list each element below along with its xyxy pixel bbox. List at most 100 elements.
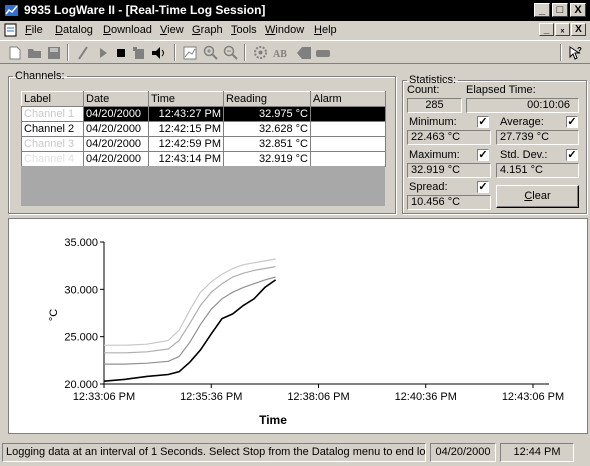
app-icon: [5, 5, 18, 16]
x-tick-label: 12:33:06 PM: [73, 391, 135, 403]
menu-tools[interactable]: Tools: [231, 24, 257, 36]
channel-reading: 32.851 °C: [223, 136, 311, 152]
y-tick-label: 20.000: [64, 379, 98, 391]
minimum-label: Minimum:: [409, 116, 457, 128]
mdi-minimize-button[interactable]: _: [539, 23, 554, 36]
menu-view[interactable]: View: [160, 24, 184, 36]
count-label: Count:: [407, 84, 440, 96]
font-ab-icon[interactable]: AB: [271, 44, 293, 61]
col-header-label[interactable]: Label: [21, 91, 84, 107]
minimize-button[interactable]: _: [534, 3, 550, 17]
channel-alarm: [310, 106, 386, 122]
col-header-reading[interactable]: Reading: [223, 91, 311, 107]
x-tick-label: 12:38:06 PM: [287, 391, 349, 403]
close-button[interactable]: X: [570, 3, 586, 17]
trash-icon[interactable]: [130, 44, 148, 61]
clear-button[interactable]: Clear: [496, 185, 579, 208]
y-tick-label: 30.000: [64, 284, 98, 296]
channel-row-2[interactable]: Channel 2 04/20/2000 12:42:15 PM 32.628 …: [21, 121, 386, 137]
channel-date: 04/20/2000: [83, 121, 149, 137]
channel-row-3[interactable]: Channel 3 04/20/2000 12:42:59 PM 32.851 …: [21, 136, 386, 152]
stddev-value: 4.151 °C: [496, 163, 579, 178]
document-icon[interactable]: [3, 23, 19, 37]
new-file-icon[interactable]: [6, 44, 24, 61]
channels-legend: Channels:: [15, 70, 65, 82]
svg-text:AB: AB: [273, 49, 287, 59]
status-date: 04/20/2000: [430, 443, 496, 462]
stddev-label: Std. Dev.:: [500, 149, 548, 161]
average-checkbox[interactable]: ✓: [566, 116, 578, 128]
temperature-chart[interactable]: 35.000 30.000 25.000 20.000 12:33:06 PM 12:3…: [8, 218, 588, 434]
speaker-icon[interactable]: [150, 44, 168, 61]
elapsed-time-value: 00:10:06: [466, 98, 579, 113]
maximum-checkbox[interactable]: ✓: [477, 149, 489, 161]
channel-alarm: [310, 136, 386, 152]
series-line-1: [103, 279, 277, 382]
channel-row-4[interactable]: Channel 4 04/20/2000 12:43:14 PM 32.919 …: [21, 151, 386, 167]
elapsed-time-label: Elapsed Time:: [466, 84, 536, 96]
wand-icon[interactable]: [74, 44, 92, 61]
tag-icon[interactable]: [295, 44, 313, 61]
eraser-icon[interactable]: [314, 44, 332, 61]
mdi-restore-button[interactable]: ₓ: [555, 23, 570, 36]
save-disk-icon[interactable]: [45, 44, 63, 61]
mdi-close-button[interactable]: X: [571, 23, 586, 36]
x-tick-label: 12:40:36 PM: [395, 391, 457, 403]
col-header-date[interactable]: Date: [83, 91, 149, 107]
channel-time: 12:43:27 PM: [148, 106, 224, 122]
channels-table: Label Date Time Reading Alarm Channel 1 …: [21, 91, 386, 167]
minimum-value: 22.463 °C: [407, 130, 491, 145]
stop-icon[interactable]: [112, 44, 130, 61]
channel-label: Channel 1: [21, 106, 84, 122]
menu-file[interactable]: File: [25, 24, 43, 36]
maximum-value: 32.919 °C: [407, 163, 491, 178]
channel-alarm: [310, 121, 386, 137]
spread-value: 10.456 °C: [407, 195, 491, 210]
help-pointer-icon[interactable]: ?: [566, 44, 584, 61]
toolbar: AB ?: [0, 40, 590, 64]
window-title: 9935 LogWare II - [Real-Time Log Session…: [24, 3, 266, 17]
graph-view-icon[interactable]: [181, 44, 199, 61]
chart-svg: 35.000 30.000 25.000 20.000 12:33:06 PM 12:3…: [48, 237, 564, 427]
stddev-checkbox[interactable]: ✓: [566, 149, 578, 161]
channel-label: Channel 4: [21, 151, 84, 167]
channel-date: 04/20/2000: [83, 151, 149, 167]
minimum-checkbox[interactable]: ✓: [477, 116, 489, 128]
y-tick-label: 35.000: [64, 237, 98, 249]
open-folder-icon[interactable]: [26, 44, 44, 61]
average-label: Average:: [500, 116, 544, 128]
count-value: 285: [407, 98, 462, 113]
spread-checkbox[interactable]: ✓: [477, 181, 489, 193]
menu-graph[interactable]: Graph: [192, 24, 223, 36]
maximum-label: Maximum:: [409, 149, 460, 161]
zoom-out-icon[interactable]: [221, 44, 239, 61]
col-header-alarm[interactable]: Alarm: [310, 91, 386, 107]
menu-window[interactable]: Window: [265, 24, 304, 36]
channel-label: Channel 3: [21, 136, 84, 152]
gear-icon[interactable]: [251, 44, 269, 61]
svg-text:?: ?: [577, 46, 582, 55]
restore-button[interactable]: □: [552, 3, 568, 17]
title-bar[interactable]: 9935 LogWare II - [Real-Time Log Session…: [0, 0, 590, 21]
x-axis-label: Time: [259, 413, 287, 427]
series-line-2: [104, 276, 276, 365]
zoom-in-icon[interactable]: [201, 44, 219, 61]
col-header-time[interactable]: Time: [148, 91, 224, 107]
channel-time: 12:42:59 PM: [148, 136, 224, 152]
channel-time: 12:42:15 PM: [148, 121, 224, 137]
play-icon[interactable]: [94, 44, 112, 61]
x-tick-label: 12:35:36 PM: [180, 391, 242, 403]
menu-datalog[interactable]: Datalog: [55, 24, 93, 36]
y-axis-label: °C: [48, 309, 60, 321]
average-value: 27.739 °C: [496, 130, 579, 145]
menu-help[interactable]: Help: [314, 24, 337, 36]
channel-row-1[interactable]: Channel 1 04/20/2000 12:43:27 PM 32.975 …: [21, 106, 386, 122]
app-window: 9935 LogWare II - [Real-Time Log Session…: [0, 0, 590, 466]
x-tick-label: 12:43:06 PM: [502, 391, 564, 403]
status-time: 12:44 PM: [500, 443, 574, 462]
channels-header-row: Label Date Time Reading Alarm: [21, 91, 386, 107]
channel-reading: 32.919 °C: [223, 151, 311, 167]
channels-empty-area: [21, 166, 385, 206]
menu-bar: File Datalog Download View Graph Tools W…: [0, 21, 590, 40]
menu-download[interactable]: Download: [103, 24, 152, 36]
